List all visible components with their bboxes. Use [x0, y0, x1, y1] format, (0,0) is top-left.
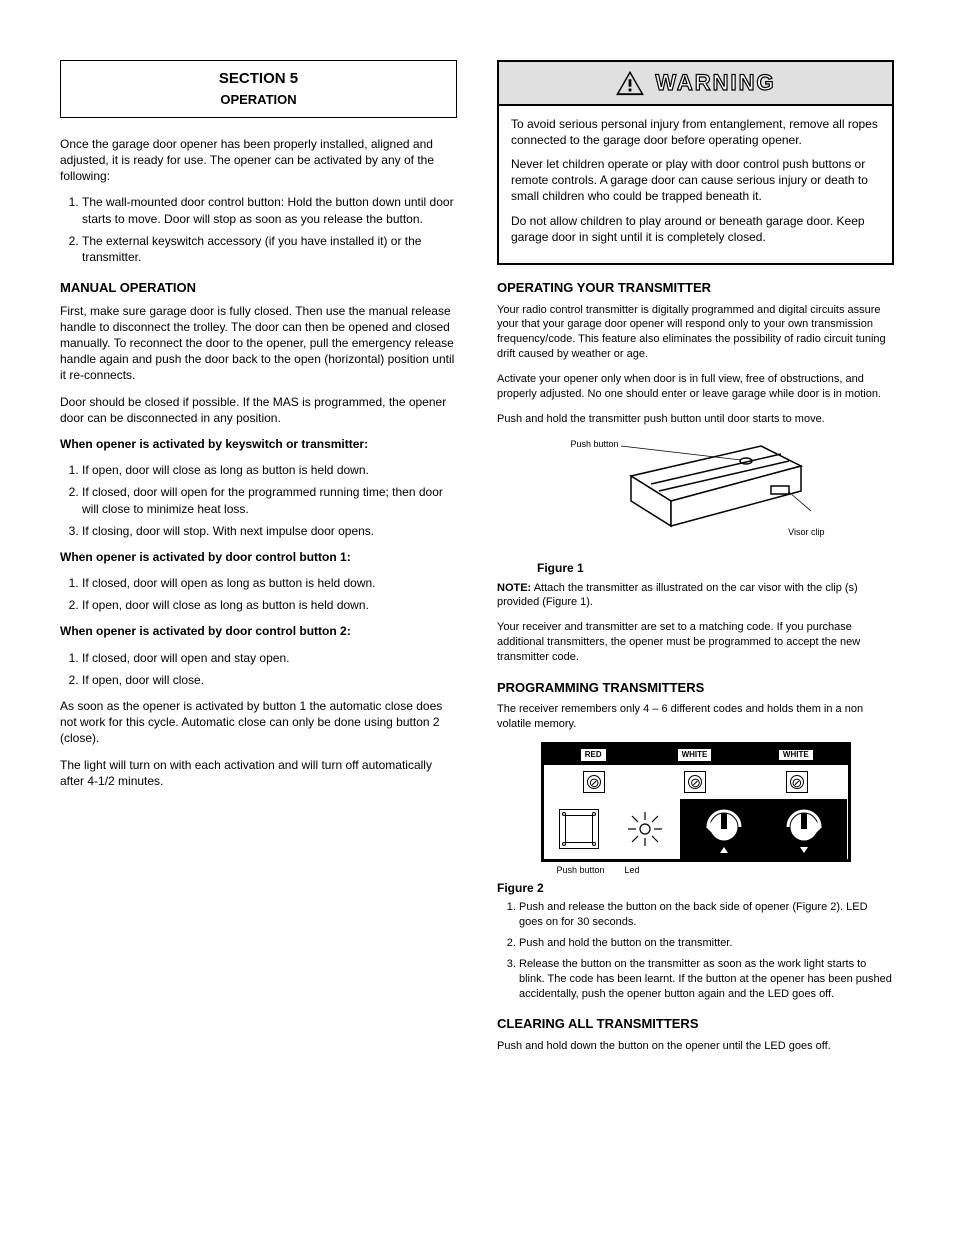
callout-push-button-2: Push button — [557, 864, 605, 876]
right-column: WARNING To avoid serious personal injury… — [497, 60, 894, 1064]
warning-p3: Do not allow children to play around or … — [511, 213, 880, 245]
figure-1: Push button Visor clip — [497, 436, 894, 576]
limit-knob-up-icon — [698, 803, 750, 855]
clearing-heading: CLEARING ALL TRANSMITTERS — [497, 1015, 894, 1033]
button2-heading: When opener is activated by door control… — [60, 624, 351, 638]
activation-list: The wall-mounted door control button: Ho… — [60, 194, 457, 265]
note-label: NOTE: — [497, 582, 531, 594]
note-paragraph: NOTE: Attach the transmitter as illustra… — [497, 581, 894, 611]
section-number: SECTION 5 — [71, 69, 446, 89]
list-item: Push and hold the button on the transmit… — [519, 936, 894, 951]
tx-paragraph-1: Your radio control transmitter is digita… — [497, 303, 894, 362]
terminal-label-white: WHITE — [678, 749, 712, 762]
programming-steps: Push and release the button on the back … — [497, 900, 894, 1001]
list-item: If closing, door will stop. With next im… — [82, 523, 457, 539]
keyswitch-list: If open, door will close as long as butt… — [60, 462, 457, 539]
led-light-icon — [625, 809, 665, 849]
list-item: If open, door will close as long as butt… — [82, 462, 457, 478]
note-text: Attach the transmitter as illustrated on… — [497, 582, 858, 609]
warning-body: To avoid serious personal injury from en… — [499, 106, 892, 263]
callout-push-button: Push button — [571, 438, 619, 450]
figure-1-caption: Figure 1 — [497, 560, 894, 576]
warning-p1: To avoid serious personal injury from en… — [511, 116, 880, 148]
list-item: If closed, door will open and stay open. — [82, 650, 457, 666]
transmitter-illustration — [571, 436, 821, 556]
intro-paragraph: Once the garage door opener has been pro… — [60, 136, 457, 185]
tx-paragraph-2: Activate your opener only when door is i… — [497, 372, 894, 402]
figure-2-caption: Figure 2 — [497, 880, 894, 896]
section-title-box: SECTION 5 OPERATION — [60, 60, 457, 118]
keyswitch-heading: When opener is activated by keyswitch or… — [60, 437, 368, 451]
warning-header: WARNING — [499, 62, 892, 106]
list-item: Push and release the button on the back … — [519, 900, 894, 930]
tx-paragraph-4: Your receiver and transmitter are set to… — [497, 620, 894, 665]
terminal-screw-icon: ⊘ — [786, 771, 808, 793]
learn-button-icon — [559, 809, 599, 849]
auto-close-paragraph: As soon as the opener is activated by bu… — [60, 698, 457, 747]
list-item: The external keyswitch accessory (if you… — [82, 233, 457, 265]
warning-p2: Never let children operate or play with … — [511, 156, 880, 205]
terminal-label-red: RED — [581, 749, 606, 762]
manual-paragraph-1: First, make sure garage door is fully cl… — [60, 303, 457, 384]
manual-paragraph-2: Door should be closed if possible. If th… — [60, 394, 457, 426]
button1-list: If closed, door will open as long as but… — [60, 575, 457, 613]
opener-back-panel: RED WHITE WHITE ⊘ ⊘ ⊘ — [541, 742, 851, 862]
figure-2: RED WHITE WHITE ⊘ ⊘ ⊘ — [497, 742, 894, 896]
manual-op-heading: MANUAL OPERATION — [60, 279, 457, 297]
warning-box: WARNING To avoid serious personal injury… — [497, 60, 894, 265]
warning-triangle-icon — [615, 70, 645, 96]
light-paragraph: The light will turn on with each activat… — [60, 757, 457, 789]
programming-heading: PROGRAMMING TRANSMITTERS — [497, 679, 894, 697]
list-item: If open, door will close. — [82, 672, 457, 688]
list-item: If open, door will close as long as butt… — [82, 597, 457, 613]
left-column: SECTION 5 OPERATION Once the garage door… — [60, 60, 457, 1064]
warning-label: WARNING — [655, 68, 775, 98]
list-item: If closed, door will open for the progra… — [82, 484, 457, 516]
transmitter-heading: OPERATING YOUR TRANSMITTER — [497, 279, 894, 297]
terminal-screw-icon: ⊘ — [684, 771, 706, 793]
list-item: If closed, door will open as long as but… — [82, 575, 457, 591]
prog-paragraph: The receiver remembers only 4 – 6 differ… — [497, 702, 894, 732]
button1-heading: When opener is activated by door control… — [60, 550, 351, 564]
tx-paragraph-3: Push and hold the transmitter push butto… — [497, 412, 894, 427]
callout-visor-clip: Visor clip — [788, 526, 824, 538]
terminal-screw-icon: ⊘ — [583, 771, 605, 793]
list-item: Release the button on the transmitter as… — [519, 957, 894, 1002]
section-subtitle: OPERATION — [71, 91, 446, 109]
callout-led: Led — [625, 864, 640, 876]
button2-list: If closed, door will open and stay open.… — [60, 650, 457, 688]
list-item: The wall-mounted door control button: Ho… — [82, 194, 457, 226]
clearing-paragraph: Push and hold down the button on the ope… — [497, 1039, 894, 1054]
terminal-label-white-2: WHITE — [778, 749, 814, 762]
limit-knob-down-icon — [778, 803, 830, 855]
